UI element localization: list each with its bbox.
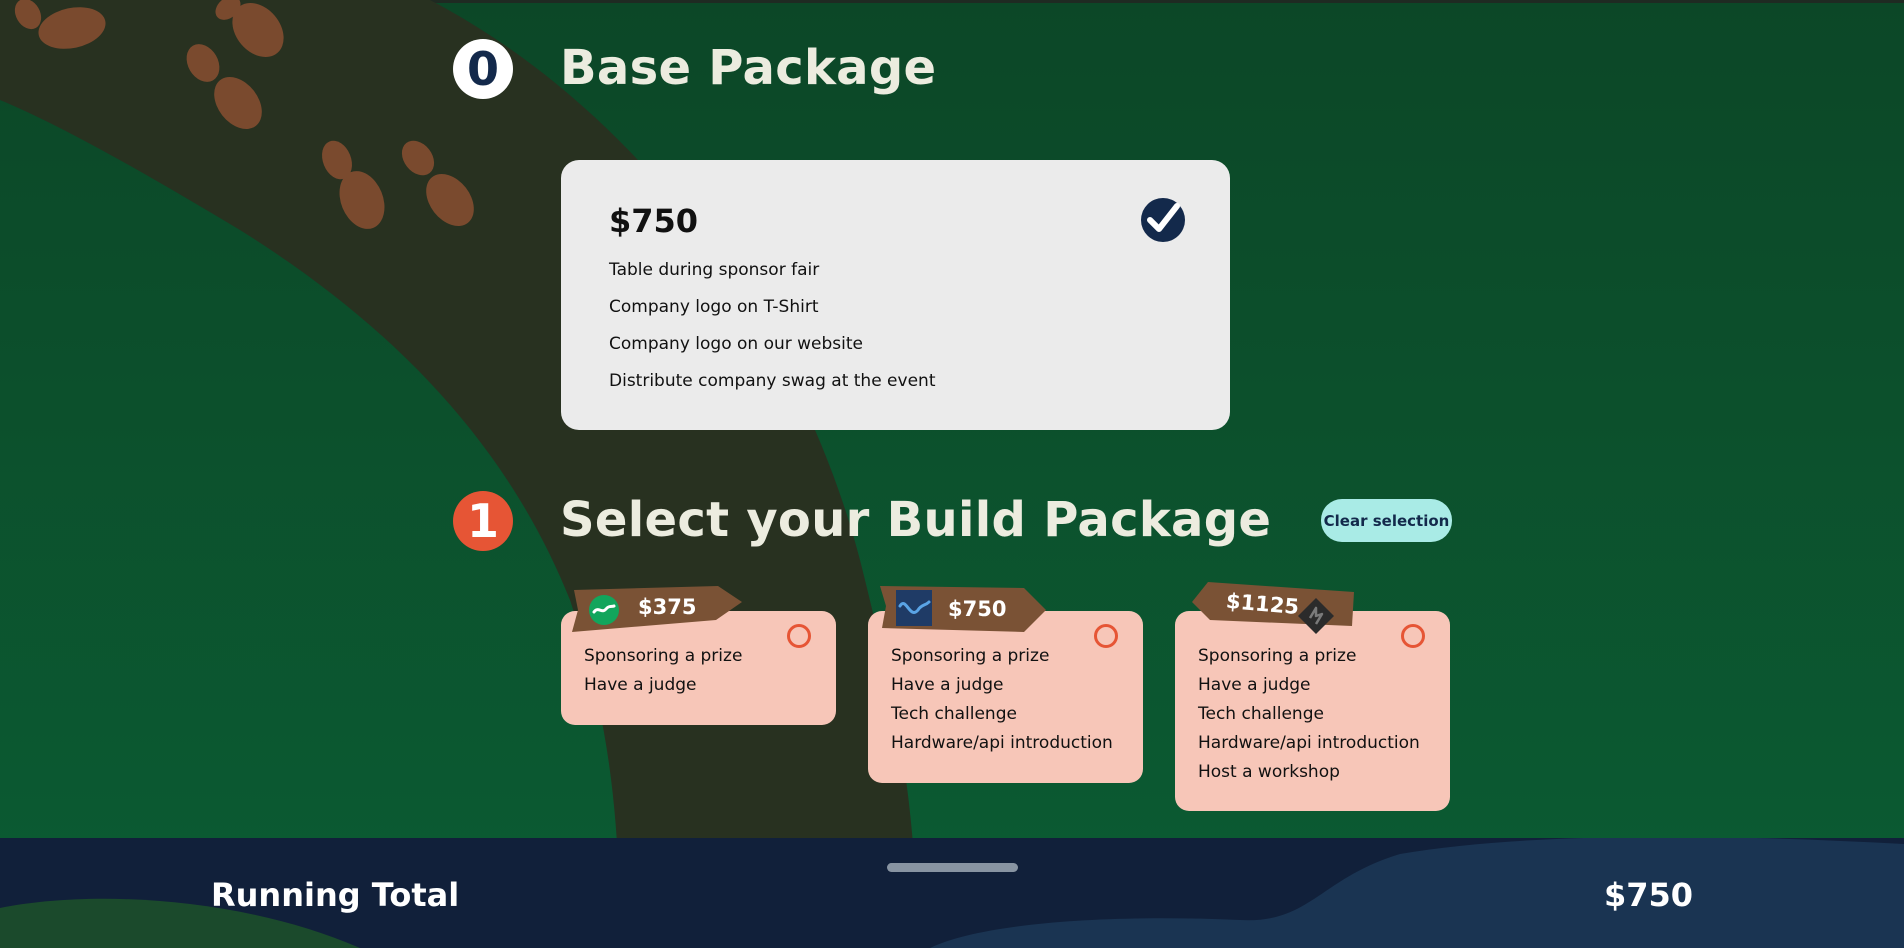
package-radio[interactable] [787,624,811,648]
package-feature-item: Tech challenge [1198,704,1324,724]
package-feature-item: Sponsoring a prize [891,646,1050,666]
background-scene [0,0,1904,948]
package-feature-item: Have a judge [1198,675,1311,695]
package-price-label: $750 [948,597,1007,621]
price-sign-1125: $1125 [1190,578,1356,638]
clear-selection-button[interactable]: Clear selection [1321,499,1452,542]
price-sign-750: $750 [876,582,1048,636]
package-feature-item: Host a workshop [1198,762,1340,782]
base-feature-item: Distribute company swag at the event [609,371,936,391]
base-feature-item: Company logo on T-Shirt [609,297,819,317]
package-feature-item: Hardware/api introduction [891,733,1113,753]
running-total-value: $750 [1603,876,1693,914]
step-number-1: 1 [453,491,513,551]
green-wave-badge-icon [588,594,620,626]
base-package-card[interactable]: $750 Table during sponsor fair Company l… [561,160,1230,430]
checkmark-icon[interactable] [1141,198,1185,242]
package-feature-item: Tech challenge [891,704,1017,724]
dark-lightning-diamond-icon [1296,596,1336,636]
base-feature-item: Company logo on our website [609,334,864,354]
blue-wave-square-icon [896,590,932,626]
drag-handle[interactable] [887,863,1018,872]
package-feature-item: Hardware/api introduction [1198,733,1420,753]
package-price-label: $375 [638,595,697,619]
build-package-card-750[interactable]: Sponsoring a prize Have a judge Tech cha… [868,611,1143,783]
package-feature-item: Have a judge [584,675,697,695]
package-feature-item: Sponsoring a prize [1198,646,1357,666]
package-feature-item: Sponsoring a prize [584,646,743,666]
running-total-bar: Running Total $750 [0,838,1904,948]
build-package-title: Select your Build Package [560,492,1272,548]
base-package-title: Base Package [560,40,937,96]
build-package-card-1125[interactable]: Sponsoring a prize Have a judge Tech cha… [1175,611,1450,811]
price-sign-375: $375 [568,584,744,636]
base-package-price: $750 [609,202,699,240]
step-number-0: 0 [453,39,513,99]
package-radio[interactable] [1401,624,1425,648]
package-feature-item: Have a judge [891,675,1004,695]
running-total-label: Running Total [211,876,460,914]
package-radio[interactable] [1094,624,1118,648]
base-feature-item: Table during sponsor fair [609,260,820,280]
